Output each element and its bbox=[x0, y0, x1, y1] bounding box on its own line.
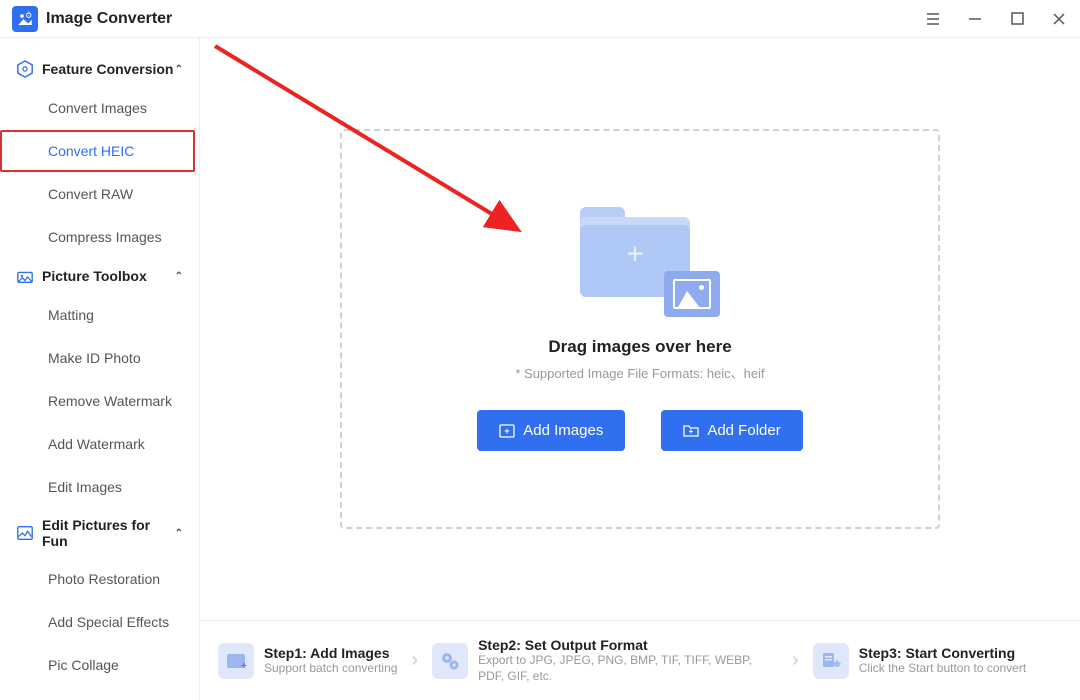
step1-icon: + bbox=[218, 643, 254, 679]
section-label: Picture Toolbox bbox=[42, 268, 147, 284]
toolbox-icon bbox=[16, 267, 34, 285]
section-label: Edit Pictures for Fun bbox=[42, 517, 175, 549]
plus-icon: + bbox=[626, 238, 644, 272]
add-folder-button[interactable]: + Add Folder bbox=[661, 410, 802, 451]
svg-text:+: + bbox=[505, 426, 510, 436]
dropzone-wrap: + Drag images over here * Supported Imag… bbox=[200, 38, 1080, 620]
add-image-icon: + bbox=[499, 423, 515, 439]
svg-text:+: + bbox=[689, 427, 694, 436]
chevron-up-icon: ⌃ bbox=[175, 528, 183, 539]
sidebar-item-convert-heic[interactable]: Convert HEIC bbox=[0, 130, 195, 172]
dropzone-buttons: + Add Images + Add Folder bbox=[477, 410, 802, 451]
sidebar-item-compress-images[interactable]: Compress Images bbox=[0, 216, 195, 258]
steps-footer: + Step1: Add Images Support batch conver… bbox=[200, 620, 1080, 700]
sidebar: Feature Conversion ⌃ Convert Images Conv… bbox=[0, 38, 200, 700]
step1-desc: Support batch converting bbox=[264, 661, 397, 677]
sidebar-item-edit-images[interactable]: Edit Images bbox=[0, 466, 195, 508]
dropzone-subtitle: * Supported Image File Formats: heic、hei… bbox=[515, 363, 764, 382]
section-picture-toolbox[interactable]: Picture Toolbox ⌃ bbox=[0, 259, 199, 293]
minimize-icon[interactable] bbox=[966, 10, 984, 28]
step1-title: Step1: Add Images bbox=[264, 645, 397, 661]
image-icon bbox=[664, 271, 720, 317]
add-images-button[interactable]: + Add Images bbox=[477, 410, 625, 451]
sidebar-item-add-special-effects[interactable]: Add Special Effects bbox=[0, 601, 195, 643]
sidebar-item-matting[interactable]: Matting bbox=[0, 294, 195, 336]
main: + Drag images over here * Supported Imag… bbox=[200, 38, 1080, 700]
chevron-up-icon: ⌃ bbox=[175, 271, 183, 282]
svg-text:+: + bbox=[241, 661, 247, 672]
section-label: Feature Conversion bbox=[42, 61, 173, 77]
add-folder-icon: + bbox=[683, 423, 699, 439]
hexagon-icon bbox=[16, 60, 34, 78]
app-title: Image Converter bbox=[46, 10, 172, 28]
step2-icon bbox=[432, 643, 468, 679]
titlebar: Image Converter bbox=[0, 0, 1080, 38]
picture-icon bbox=[16, 524, 34, 542]
dropzone[interactable]: + Drag images over here * Supported Imag… bbox=[340, 129, 940, 529]
sidebar-item-photo-restoration[interactable]: Photo Restoration bbox=[0, 558, 195, 600]
section-feature-conversion[interactable]: Feature Conversion ⌃ bbox=[0, 52, 199, 86]
chevron-right-icon: › bbox=[786, 649, 805, 672]
app-logo bbox=[12, 6, 38, 32]
step3-desc: Click the Start button to convert bbox=[859, 661, 1026, 677]
sidebar-item-convert-raw[interactable]: Convert RAW bbox=[0, 173, 195, 215]
sidebar-item-convert-images[interactable]: Convert Images bbox=[0, 87, 195, 129]
sidebar-item-add-watermark[interactable]: Add Watermark bbox=[0, 423, 195, 465]
step3-title: Step3: Start Converting bbox=[859, 645, 1026, 661]
step-2: Step2: Set Output Format Export to JPG, … bbox=[432, 637, 778, 684]
dropzone-title: Drag images over here bbox=[548, 337, 731, 357]
step2-title: Step2: Set Output Format bbox=[478, 637, 778, 653]
window-controls bbox=[924, 10, 1068, 28]
sidebar-item-pic-collage[interactable]: Pic Collage bbox=[0, 644, 195, 686]
chevron-up-icon: ⌃ bbox=[175, 64, 183, 75]
chevron-right-icon: › bbox=[405, 649, 424, 672]
step2-desc: Export to JPG, JPEG, PNG, BMP, TIF, TIFF… bbox=[478, 653, 778, 684]
step3-icon bbox=[813, 643, 849, 679]
dropzone-illustration: + bbox=[560, 207, 720, 317]
menu-icon[interactable] bbox=[924, 10, 942, 28]
step-3: Step3: Start Converting Click the Start … bbox=[813, 643, 1026, 679]
close-icon[interactable] bbox=[1050, 10, 1068, 28]
step-1: + Step1: Add Images Support batch conver… bbox=[218, 643, 397, 679]
sidebar-item-remove-watermark[interactable]: Remove Watermark bbox=[0, 380, 195, 422]
sidebar-item-make-id-photo[interactable]: Make ID Photo bbox=[0, 337, 195, 379]
maximize-icon[interactable] bbox=[1008, 10, 1026, 28]
section-edit-pictures-fun[interactable]: Edit Pictures for Fun ⌃ bbox=[0, 509, 199, 557]
